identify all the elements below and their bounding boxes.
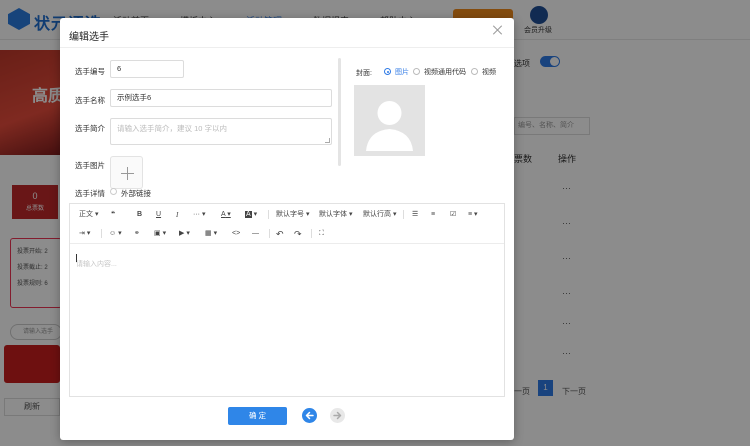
image-upload-button[interactable]	[110, 156, 143, 189]
font-family-dropdown[interactable]: 默认字体 ▾	[319, 210, 352, 220]
next-contestant-button[interactable]	[330, 408, 345, 423]
toolbar-separator	[269, 229, 270, 238]
bold-icon[interactable]: B	[137, 210, 142, 220]
avatar-placeholder-icon	[366, 101, 413, 151]
line-height-dropdown[interactable]: 默认行高 ▾	[363, 210, 396, 220]
code-block-icon[interactable]: <>	[232, 229, 240, 239]
editor-placeholder: 请输入内容...	[76, 261, 117, 268]
number-input[interactable]: 6	[110, 60, 184, 78]
cover-image-placeholder[interactable]	[354, 85, 425, 156]
external-link-label[interactable]: 外部链接	[121, 188, 151, 199]
intro-textarea[interactable]: 请输入选手简介，建议 10 字以内	[110, 118, 332, 145]
cover-option-image-label[interactable]: 图片	[395, 67, 409, 77]
cover-radio-image[interactable]	[384, 68, 391, 75]
toolbar-separator	[101, 229, 102, 238]
edit-contestant-modal: 编辑选手 选手编号 6 选手名称 示例选手6 选手简介 请输入选手简介，建议 1…	[60, 18, 514, 440]
italic-icon[interactable]: I	[176, 210, 178, 220]
underline-icon[interactable]: U	[156, 210, 161, 220]
intro-label: 选手简介	[75, 124, 105, 133]
insert-video-dropdown[interactable]: ▶ ▾	[179, 229, 190, 239]
redo-icon[interactable]: ↷	[294, 229, 302, 239]
cover-label: 封面:	[356, 70, 372, 77]
background-color-icon[interactable]: A ▾	[245, 210, 257, 220]
cover-option-video-label[interactable]: 视频	[482, 67, 496, 77]
insert-table-dropdown[interactable]: ▦ ▾	[205, 229, 217, 239]
font-color-icon[interactable]: A ▾	[221, 210, 231, 220]
form-scrollbar[interactable]	[338, 58, 341, 166]
editor-toolbar: 正文 ▾ ❝ B U I ··· ▾ A ▾ A ▾ 默认字号 ▾ 默认字体 ▾…	[70, 204, 504, 244]
close-icon[interactable]	[491, 24, 505, 38]
numbered-list-icon[interactable]: ≡	[431, 210, 435, 220]
undo-icon[interactable]: ↶	[276, 229, 284, 239]
detail-label: 选手详情	[75, 189, 105, 198]
cover-option-video-code-label[interactable]: 视频通用代码	[424, 67, 466, 77]
toolbar-separator	[311, 229, 312, 238]
bullet-list-icon[interactable]: ☰	[412, 210, 418, 220]
modal-title: 编辑选手	[69, 32, 109, 43]
quote-icon[interactable]: ❝	[111, 210, 115, 220]
toolbar-separator	[403, 210, 404, 219]
external-link-checkbox[interactable]	[110, 188, 117, 195]
paragraph-format-dropdown[interactable]: 正文 ▾	[79, 210, 98, 220]
image-label: 选手图片	[75, 161, 105, 170]
indent-dropdown[interactable]: ⇥ ▾	[79, 229, 90, 239]
align-dropdown[interactable]: ≡ ▾	[468, 210, 478, 220]
rich-text-editor: 正文 ▾ ❝ B U I ··· ▾ A ▾ A ▾ 默认字号 ▾ 默认字体 ▾…	[69, 203, 505, 397]
toolbar-separator	[268, 210, 269, 219]
previous-contestant-button[interactable]	[302, 408, 317, 423]
more-styles-dropdown[interactable]: ··· ▾	[193, 210, 205, 220]
confirm-button[interactable]: 确 定	[228, 407, 287, 425]
name-input[interactable]: 示例选手6	[110, 89, 332, 107]
editor-content-area[interactable]: 请输入内容...	[70, 245, 504, 396]
arrow-left-icon	[305, 411, 314, 420]
number-label: 选手编号	[75, 67, 105, 76]
fullscreen-icon[interactable]: ⛶	[319, 229, 324, 239]
divider-icon[interactable]: —	[252, 229, 259, 239]
insert-image-dropdown[interactable]: ▣ ▾	[154, 229, 166, 239]
cover-radio-video[interactable]	[471, 68, 478, 75]
font-size-dropdown[interactable]: 默认字号 ▾	[276, 210, 309, 220]
modal-header: 编辑选手	[60, 18, 514, 48]
name-label: 选手名称	[75, 96, 105, 105]
cover-radio-video-code[interactable]	[413, 68, 420, 75]
link-icon[interactable]: ⚭	[134, 229, 140, 239]
emoji-dropdown[interactable]: ☺ ▾	[109, 229, 122, 239]
arrow-right-icon	[333, 411, 342, 420]
todo-list-icon[interactable]: ☑	[450, 210, 456, 220]
